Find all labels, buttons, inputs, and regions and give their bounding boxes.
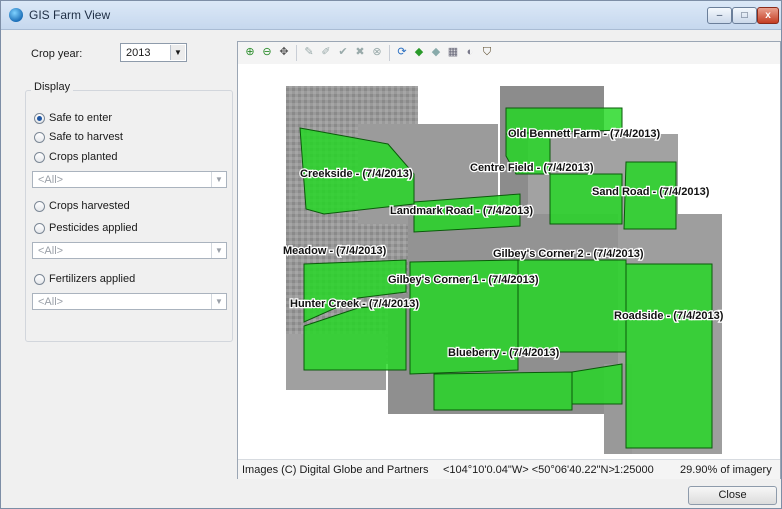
close-window-button[interactable]: x: [757, 7, 779, 24]
crops-planted-select[interactable]: <All> ▼: [32, 171, 227, 188]
field-label[interactable]: Gilbey's Corner 1 - (7/4/2013): [387, 273, 540, 288]
toolbar-separator: [389, 45, 390, 61]
display-title: Display: [31, 81, 74, 93]
select-value: <All>: [38, 296, 64, 308]
radio-safe-to-enter[interactable]: Safe to enter: [34, 111, 112, 125]
title-bar[interactable]: GIS Farm View – □ x: [1, 1, 781, 30]
field-label[interactable]: Creekside - (7/4/2013): [299, 167, 414, 182]
edit-icon[interactable]: ✐: [319, 45, 333, 59]
radio-button-icon[interactable]: [34, 112, 45, 124]
radio-label: Safe to enter: [49, 112, 112, 124]
radio-label: Crops harvested: [49, 200, 130, 212]
map-panel: ⊕ ⊖ ✥ ✎ ✐ ✔ ✖ ⊗ ⟳ ◆ ◆ ▦ ◐ ⛉ Old Bennett …: [237, 41, 781, 479]
field-label[interactable]: Hunter Creek - (7/4/2013): [289, 297, 421, 312]
close-button[interactable]: Close: [688, 486, 777, 505]
chevron-down-icon[interactable]: ▼: [211, 243, 226, 258]
globe-icon: [9, 8, 23, 22]
radio-label: Fertilizers applied: [49, 273, 136, 285]
minimize-button[interactable]: –: [707, 7, 732, 24]
imagery-attribution: Images (C) Digital Globe and Partners: [242, 464, 429, 476]
radio-crops-harvested[interactable]: Crops harvested: [34, 199, 130, 213]
field-label[interactable]: Sand Road - (7/4/2013): [591, 185, 711, 200]
chevron-down-icon[interactable]: ▼: [170, 45, 185, 60]
zoom-out-icon[interactable]: ⊖: [260, 45, 274, 59]
gis-farm-view-window: GIS Farm View – □ x Crop year: 2013 ▼ Di…: [0, 0, 782, 509]
maximize-button[interactable]: □: [732, 7, 757, 24]
radio-label: Safe to harvest: [49, 131, 123, 143]
layer-add-icon[interactable]: ◆: [412, 45, 426, 59]
fertilizers-select[interactable]: <All> ▼: [32, 293, 227, 310]
zoom-in-icon[interactable]: ⊕: [243, 45, 257, 59]
window-title: GIS Farm View: [29, 8, 111, 22]
field-label[interactable]: Old Bennett Farm - (7/4/2013): [507, 127, 662, 142]
lock-icon[interactable]: ⛉: [480, 45, 494, 59]
toolbar-separator: [296, 45, 297, 61]
pesticides-select[interactable]: <All> ▼: [32, 242, 227, 259]
radio-crops-planted[interactable]: Crops planted: [34, 150, 118, 164]
field-label[interactable]: Landmark Road - (7/4/2013): [389, 204, 535, 219]
select-value: <All>: [38, 245, 64, 257]
chevron-down-icon[interactable]: ▼: [211, 294, 226, 309]
field-label[interactable]: Gilbey's Corner 2 - (7/4/2013): [492, 247, 645, 262]
map-toolbar: ⊕ ⊖ ✥ ✎ ✐ ✔ ✖ ⊗ ⟳ ◆ ◆ ▦ ◐ ⛉: [238, 42, 780, 65]
pan-icon[interactable]: ✥: [277, 45, 291, 59]
field-roadside[interactable]: [625, 263, 713, 449]
field-label[interactable]: Blueberry - (7/4/2013): [447, 346, 561, 361]
field-blueberry[interactable]: [433, 371, 573, 411]
radio-fertilizers-applied[interactable]: Fertilizers applied: [34, 272, 135, 286]
radio-pesticides-applied[interactable]: Pesticides applied: [34, 221, 138, 235]
radio-button-icon[interactable]: [34, 131, 45, 143]
radio-button-icon[interactable]: [34, 222, 45, 234]
accept-icon[interactable]: ✔: [336, 45, 350, 59]
crop-year-select[interactable]: 2013 ▼: [120, 43, 187, 62]
cursor-coordinates: <104°10'0.04"W> <50°06'40.22"N>: [443, 464, 615, 476]
field-label[interactable]: Centre Field - (7/4/2013): [469, 161, 595, 176]
crop-year-value: 2013: [126, 47, 151, 59]
radio-label: Crops planted: [49, 151, 118, 163]
map-canvas[interactable]: Old Bennett Farm - (7/4/2013) Centre Fie…: [238, 64, 780, 459]
imagery-coverage: 29.90% of imagery: [680, 464, 772, 476]
select-value: <All>: [38, 174, 64, 186]
refresh-icon[interactable]: ⟳: [395, 45, 409, 59]
chevron-down-icon[interactable]: ▼: [211, 172, 226, 187]
status-bar: Images (C) Digital Globe and Partners <1…: [238, 459, 780, 479]
map-svg[interactable]: Old Bennett Farm - (7/4/2013) Centre Fie…: [238, 64, 780, 459]
radio-button-icon[interactable]: [34, 151, 45, 163]
grid-icon[interactable]: ▦: [446, 45, 460, 59]
crop-year-label: Crop year:: [31, 48, 83, 60]
radio-safe-to-harvest[interactable]: Safe to harvest: [34, 130, 123, 144]
layer-remove-icon[interactable]: ◆: [429, 45, 443, 59]
field-centre-east[interactable]: [549, 173, 623, 225]
radio-button-icon[interactable]: [34, 273, 45, 285]
camera-icon[interactable]: ◐: [463, 45, 477, 59]
field-label[interactable]: Roadside - (7/4/2013): [613, 309, 725, 324]
cancel-icon[interactable]: ⊗: [370, 45, 384, 59]
radio-label: Pesticides applied: [49, 222, 138, 234]
delete-icon[interactable]: ✖: [353, 45, 367, 59]
radio-button-icon[interactable]: [34, 200, 45, 212]
field-label[interactable]: Meadow - (7/4/2013): [282, 244, 388, 259]
draw-icon[interactable]: ✎: [302, 45, 316, 59]
left-panel: Crop year: 2013 ▼ Display Safe to enter …: [1, 30, 233, 508]
map-scale: 1:25000: [614, 464, 654, 476]
